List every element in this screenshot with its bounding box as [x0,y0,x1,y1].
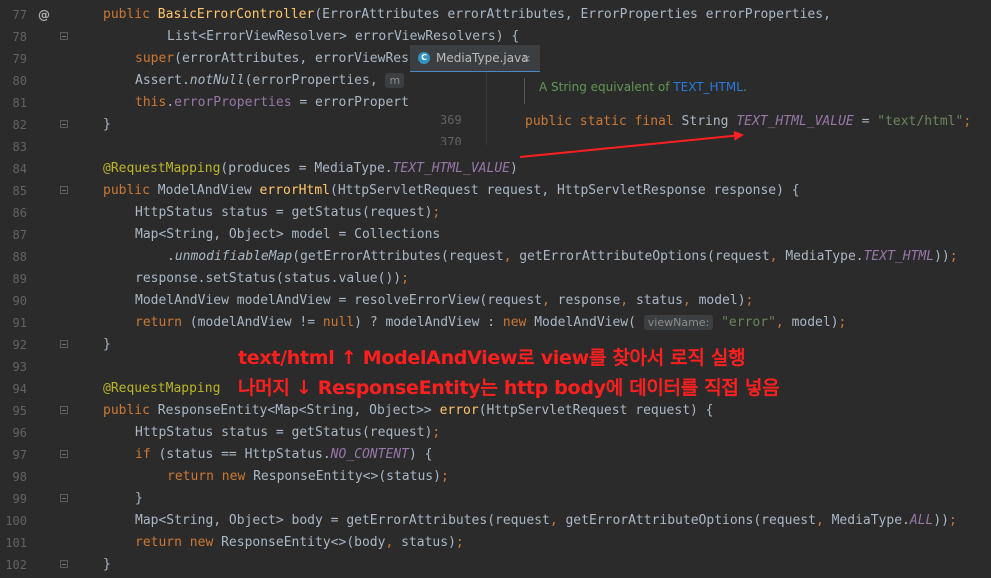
annotation-line-1: text/html ↑ ModelAndView로 view를 찾아서 로직 실… [238,347,746,369]
annotation-line-2: 나머지 ↓ ResponseEntity는 http body에 데이터를 직접… [238,377,780,399]
red-arrow [519,130,744,158]
